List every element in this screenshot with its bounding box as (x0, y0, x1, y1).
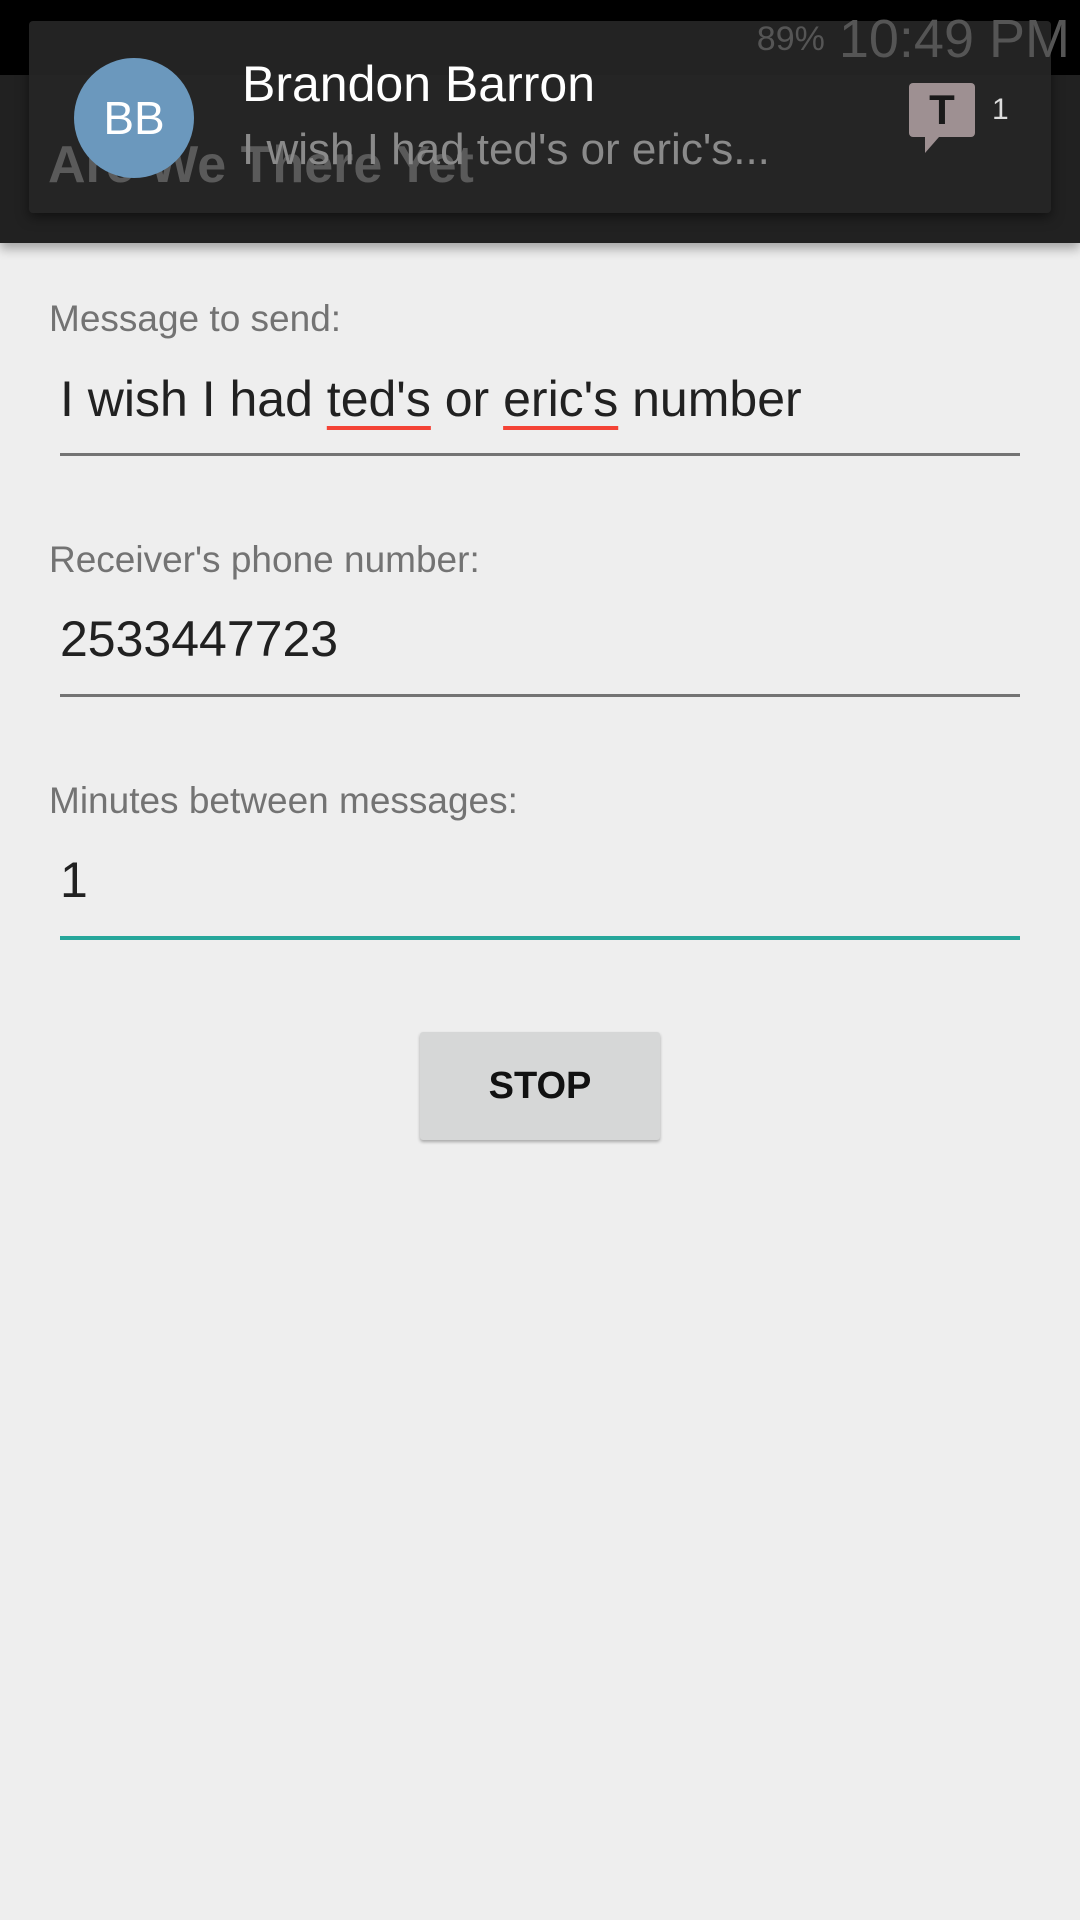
text-part: or (430, 371, 504, 427)
notification-sender: Brandon Barron (242, 56, 596, 112)
notification-count: 1 (992, 93, 1009, 126)
notification-preview: I wish I had ted's or eric's... (242, 125, 770, 174)
message-app-icon: T (909, 83, 975, 153)
message-label: Message to send: (49, 298, 342, 339)
misspelled-word: ted's (326, 371, 431, 427)
stop-button[interactable]: STOP (420, 1032, 660, 1140)
avatar: BB (74, 58, 194, 178)
minutes-underline (60, 936, 1020, 940)
minutes-label: Minutes between messages: (49, 780, 518, 821)
minutes-input[interactable]: 1 (60, 851, 1020, 909)
message-underline (60, 453, 1020, 456)
battery-percent: 89% (756, 19, 825, 58)
phone-underline (60, 694, 1020, 697)
phone-input[interactable]: 2533447723 (60, 610, 1020, 668)
phone-label: Receiver's phone number: (49, 539, 480, 580)
message-input[interactable]: I wish I had ted's or eric's number (60, 370, 1020, 428)
status-bar-right: 89% 10:49 PM (757, 8, 1070, 70)
clock: 10:49 PM (838, 9, 1070, 69)
text-part: number (618, 371, 802, 427)
misspelled-word: eric's (503, 371, 619, 427)
text-part: I wish I had (60, 371, 327, 427)
